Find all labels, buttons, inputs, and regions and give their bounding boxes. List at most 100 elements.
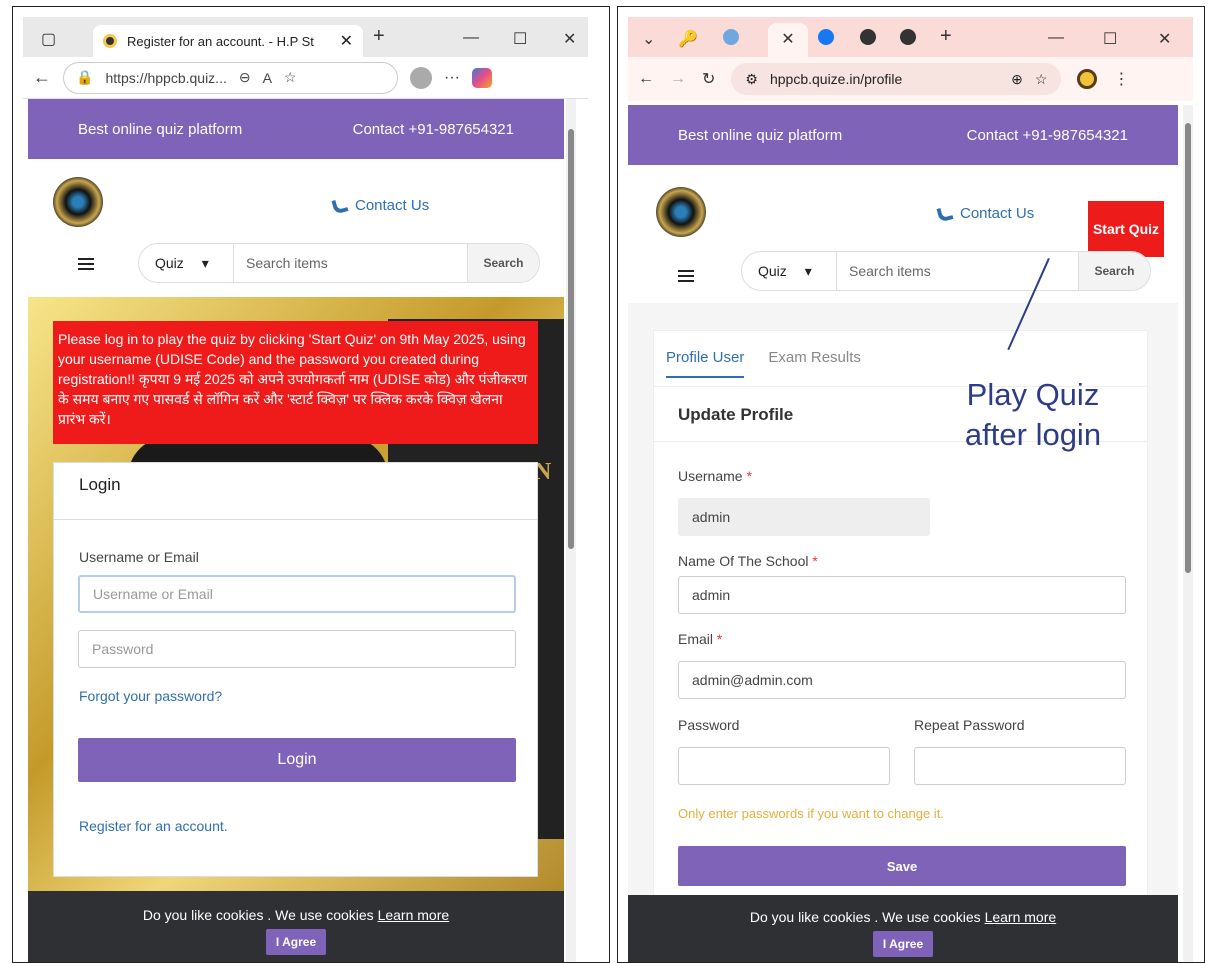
- site-favicon-icon: [103, 34, 117, 48]
- contact-phone: Contact +91-987654321: [352, 120, 514, 138]
- contact-us-link[interactable]: Contact Us: [331, 196, 430, 215]
- scroll-thumb[interactable]: [568, 129, 574, 549]
- tab-search-icon[interactable]: ⌄: [642, 29, 655, 49]
- cookie-text: Do you like cookies . We use cookies: [749, 909, 985, 925]
- site-logo[interactable]: [53, 177, 103, 227]
- site-logo[interactable]: [656, 187, 706, 237]
- close-window-icon[interactable]: ✕: [1158, 29, 1171, 49]
- close-window-icon[interactable]: ✕: [563, 29, 576, 49]
- site-settings-icon[interactable]: ⚙: [745, 71, 758, 88]
- email-input[interactable]: admin@admin.com: [678, 661, 1126, 699]
- username-label: Username *: [678, 468, 752, 484]
- tab-bar: ⌄ 🔑 ✕ + — ☐ ✕: [628, 17, 1193, 57]
- login-button[interactable]: Login: [78, 738, 516, 782]
- browser-toolbar: ← 🔒 https://hppcb.quiz... ⊖ A ☆ ···: [23, 57, 588, 99]
- contact-us-link[interactable]: Contact Us: [936, 204, 1035, 223]
- minimize-icon[interactable]: —: [463, 29, 479, 47]
- webpage-profile: Best online quiz platform Contact +91-98…: [628, 105, 1178, 962]
- password-input[interactable]: Password: [78, 630, 516, 668]
- maximize-icon[interactable]: ☐: [513, 29, 527, 49]
- address-bar[interactable]: 🔒 https://hppcb.quiz... ⊖ A ☆: [63, 61, 398, 94]
- back-icon[interactable]: ←: [33, 67, 51, 88]
- tab-profile-user[interactable]: Profile User: [666, 349, 745, 378]
- menu-icon[interactable]: [678, 270, 694, 282]
- save-button[interactable]: Save: [678, 846, 1126, 886]
- repeat-password-label: Repeat Password: [914, 717, 1025, 733]
- password-input[interactable]: [678, 747, 890, 785]
- profile-tabs: Profile User Exam Results: [666, 349, 861, 378]
- email-label: Email *: [678, 631, 723, 647]
- profile-avatar[interactable]: [410, 66, 432, 89]
- tab-site-icon[interactable]: [900, 29, 916, 45]
- username-field: admin: [678, 498, 930, 536]
- username-input[interactable]: Username or Email: [78, 575, 516, 613]
- category-select[interactable]: Quiz ▾: [742, 252, 837, 290]
- agree-button[interactable]: I Agree: [265, 929, 327, 955]
- active-tab-close-icon[interactable]: ✕: [768, 23, 808, 57]
- learn-more-link[interactable]: Learn more: [985, 909, 1057, 925]
- contact-us-label: Contact Us: [355, 197, 430, 214]
- cookie-text: Do you like cookies . We use cookies: [142, 907, 378, 923]
- maximize-icon[interactable]: ☐: [1103, 29, 1117, 49]
- login-title: Login: [54, 463, 537, 520]
- chevron-down-icon: ▾: [201, 254, 209, 271]
- browser-tab[interactable]: Register for an account. - H.P St ✕: [93, 25, 363, 57]
- read-aloud-icon[interactable]: A: [263, 70, 272, 86]
- cookie-banner: Do you like cookies . We use cookies Lea…: [28, 891, 564, 962]
- phone-icon: [936, 204, 954, 223]
- update-profile-title: Update Profile: [678, 405, 794, 424]
- cookie-banner: Do you like cookies . We use cookies Lea…: [628, 895, 1178, 962]
- category-select[interactable]: Quiz ▾: [139, 244, 234, 282]
- tagline: Best online quiz platform: [78, 120, 243, 138]
- category-select-value: Quiz: [758, 263, 787, 279]
- lock-icon: 🔒: [76, 69, 94, 85]
- extension-icon[interactable]: [1077, 69, 1098, 89]
- tab-favicon-icon[interactable]: [723, 29, 739, 45]
- forgot-password-link[interactable]: Forgot your password?: [79, 688, 222, 704]
- bookmark-star-icon[interactable]: ☆: [1035, 71, 1048, 88]
- learn-more-link[interactable]: Learn more: [378, 907, 450, 923]
- start-quiz-button[interactable]: Start Quiz: [1088, 201, 1164, 257]
- tab-bar: ▢ Register for an account. - H.P St ✕ + …: [23, 17, 588, 57]
- page-scrollbar[interactable]: [566, 99, 576, 962]
- tab-actions-icon[interactable]: ▢: [41, 29, 56, 49]
- page-scrollbar[interactable]: [1183, 105, 1193, 962]
- copilot-icon[interactable]: [471, 67, 492, 88]
- tab-exam-results[interactable]: Exam Results: [768, 349, 861, 378]
- repeat-password-input[interactable]: [914, 747, 1126, 785]
- password-label: Password: [678, 717, 740, 733]
- play-quiz-annotation: Play Quiz after login: [964, 377, 1102, 452]
- register-link[interactable]: Register for an account.: [79, 818, 228, 834]
- tab-site-icon[interactable]: [860, 29, 876, 45]
- new-tab-icon[interactable]: +: [940, 25, 952, 48]
- more-menu-icon[interactable]: ···: [444, 69, 460, 87]
- agree-button[interactable]: I Agree: [872, 931, 934, 957]
- zoom-icon[interactable]: ⊖: [239, 69, 251, 86]
- contact-us-label: Contact Us: [960, 205, 1035, 222]
- forward-icon[interactable]: →: [670, 70, 686, 88]
- browser-toolbar: ← → ↻ ⚙ hppcb.quize.in/profile ⊕ ☆ ⋮: [628, 57, 1193, 101]
- search-input[interactable]: Search items: [234, 255, 467, 271]
- menu-icon[interactable]: [78, 258, 94, 270]
- facebook-tab-icon[interactable]: [818, 29, 834, 45]
- more-menu-icon[interactable]: ⋮: [1113, 69, 1129, 89]
- close-tab-icon[interactable]: ✕: [340, 31, 353, 51]
- address-bar[interactable]: ⚙ hppcb.quize.in/profile ⊕ ☆: [731, 63, 1062, 95]
- scroll-thumb[interactable]: [1185, 123, 1191, 573]
- tab-key-icon[interactable]: 🔑: [678, 29, 698, 49]
- search-button[interactable]: Search: [467, 244, 539, 282]
- username-label: Username or Email: [79, 549, 199, 565]
- back-icon[interactable]: ←: [638, 70, 654, 88]
- category-select-value: Quiz: [155, 255, 184, 271]
- reload-icon[interactable]: ↻: [702, 69, 715, 89]
- phone-icon: [331, 196, 349, 215]
- zoom-icon[interactable]: ⊕: [1011, 71, 1023, 88]
- school-name-input[interactable]: admin: [678, 576, 1126, 614]
- minimize-icon[interactable]: —: [1048, 29, 1064, 47]
- webpage-login: Best online quiz platform Contact +91-98…: [28, 99, 564, 962]
- new-tab-icon[interactable]: +: [373, 25, 385, 48]
- favorite-star-icon[interactable]: ☆: [284, 69, 297, 86]
- school-label: Name Of The School *: [678, 553, 818, 569]
- search-button[interactable]: Search: [1078, 252, 1150, 290]
- chevron-down-icon: ▾: [804, 262, 812, 279]
